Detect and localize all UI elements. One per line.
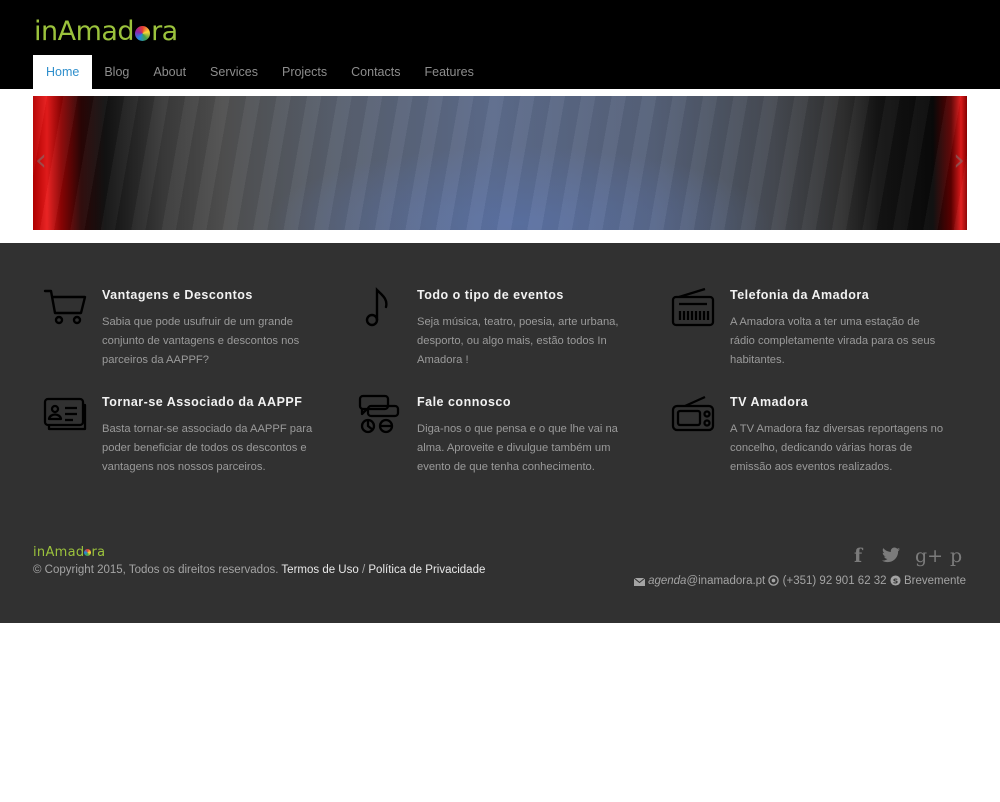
- contact-info: agenda@inamadora.pt (+351) 92 901 62 32 …: [633, 575, 966, 589]
- feature-text: Seja música, teatro, poesia, arte urbana…: [417, 316, 619, 366]
- skype-status: Brevemente: [903, 575, 966, 587]
- feature-text: Sabia que pode usufruir de um grande con…: [102, 316, 300, 366]
- chat-bubbles-icon: [358, 394, 404, 434]
- slider-prev-icon[interactable]: ‹: [35, 146, 47, 176]
- phone-icon: [768, 575, 780, 589]
- feature-title: TV Amadora: [730, 395, 809, 409]
- copyright-text: © Copyright 2015, Todos os direitos rese…: [33, 564, 279, 576]
- nav-item-home[interactable]: Home: [33, 55, 93, 89]
- facebook-icon[interactable]: f: [854, 545, 862, 567]
- feature-text: Basta tornar-se associado da AAPPF para …: [102, 423, 313, 473]
- slider-next-icon[interactable]: ›: [953, 146, 965, 176]
- pinterest-icon[interactable]: p: [950, 545, 962, 567]
- phone-number[interactable]: (+351) 92 901 62 32: [783, 575, 887, 587]
- privacy-link[interactable]: Política de Privacidade: [368, 564, 485, 576]
- music-note-icon: [358, 287, 404, 327]
- nav-item-features[interactable]: Features: [412, 55, 485, 89]
- nav-item-contacts[interactable]: Contacts: [339, 55, 412, 89]
- nav-item-about[interactable]: About: [141, 55, 198, 89]
- hero-slider: ‹ ›: [33, 96, 967, 230]
- feature-text: Diga-nos o que pensa e o que lhe vai na …: [417, 423, 618, 473]
- link-separator: /: [361, 564, 366, 576]
- site-logo[interactable]: inAmad ra: [34, 16, 178, 48]
- slider-image: [33, 96, 967, 230]
- radio-icon: [671, 287, 717, 327]
- terms-link[interactable]: Termos de Uso: [281, 564, 358, 576]
- feature-title: Vantagens e Descontos: [102, 288, 253, 302]
- nav-item-blog[interactable]: Blog: [92, 55, 141, 89]
- google-plus-icon[interactable]: g+: [915, 545, 943, 567]
- site-header: inAmad ra Home Blog About Services Projec…: [0, 0, 1000, 89]
- logo-color-dot: [135, 26, 151, 41]
- feature-title: Tornar-se Associado da AAPPF: [102, 395, 303, 409]
- feature-title: Fale connosco: [417, 395, 512, 409]
- shopping-cart-icon: [43, 287, 89, 327]
- email-user[interactable]: agenda: [648, 575, 686, 587]
- feature-text: A TV Amadora faz diversas reportagens no…: [730, 423, 944, 473]
- footer-logo[interactable]: inAmad ra: [33, 545, 105, 560]
- skype-icon: S: [890, 575, 901, 589]
- feature-title: Telefonia da Amadora: [730, 288, 870, 302]
- nav-item-services[interactable]: Services: [198, 55, 270, 89]
- feature-text: A Amadora volta a ter uma estação de rád…: [730, 316, 936, 366]
- main-nav: Home Blog About Services Projects Contac…: [33, 55, 486, 89]
- feature-title: Todo o tipo de eventos: [417, 288, 564, 302]
- envelope-icon: [633, 577, 646, 589]
- nav-item-projects[interactable]: Projects: [270, 55, 339, 89]
- copyright-line: © Copyright 2015, Todos os direitos rese…: [33, 564, 485, 576]
- twitter-icon[interactable]: [882, 546, 900, 568]
- email-domain[interactable]: @inamadora.pt: [686, 575, 765, 587]
- tv-icon: [671, 394, 717, 434]
- svg-text:S: S: [893, 576, 898, 585]
- id-card-icon: [43, 394, 89, 434]
- social-links: f g+ p: [848, 545, 968, 567]
